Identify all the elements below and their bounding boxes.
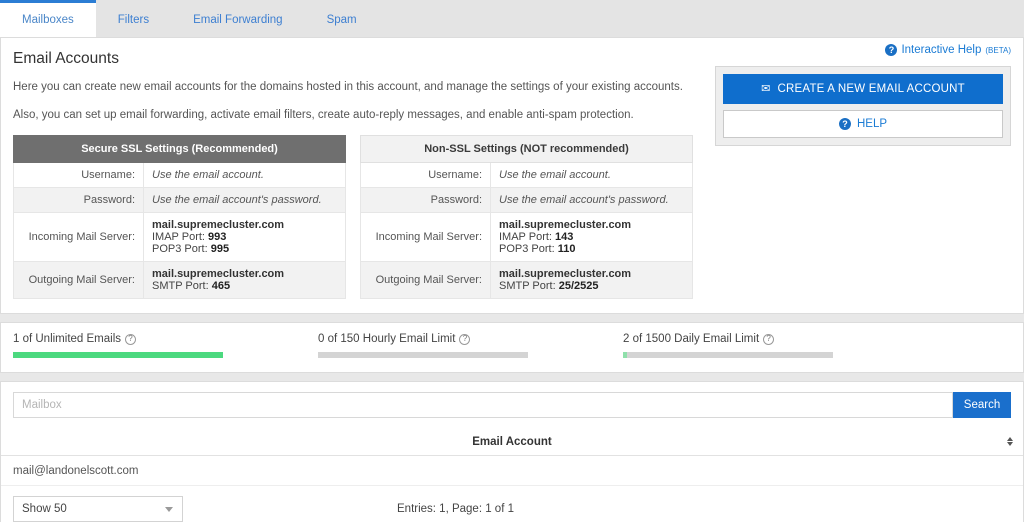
password-value: Use the email account's password. (490, 187, 693, 214)
password-label: Password: (360, 187, 491, 214)
tab-label: Mailboxes (22, 14, 74, 26)
username-label: Username: (360, 162, 491, 189)
search-button[interactable]: Search (953, 392, 1011, 419)
quota-bar-track (318, 352, 528, 359)
port-name: SMTP Port: (152, 280, 209, 293)
port-value: 995 (210, 243, 230, 256)
email-accounts-panel: ? Interactive Help (BETA) Email Accounts… (0, 37, 1024, 315)
mailbox-list-panel: Search Email Account mail@landonelscott.… (0, 381, 1024, 522)
incoming-server-value: mail.supremecluster.com IMAP Port: 993 P… (143, 212, 346, 263)
column-header-email-account: Email Account (472, 435, 552, 448)
beta-badge: (BETA) (985, 45, 1011, 55)
create-new-email-account-button[interactable]: ✉ CREATE A NEW EMAIL ACCOUNT (723, 74, 1003, 104)
table-title: Non-SSL Settings (NOT recommended) (360, 135, 693, 164)
quota-bar-track (13, 352, 223, 359)
sort-updown-icon[interactable] (1007, 437, 1013, 447)
server-host: mail.supremecluster.com (152, 219, 285, 232)
port-line: IMAP Port: 143 (499, 231, 684, 243)
tab-label: Spam (326, 14, 357, 26)
port-name: IMAP Port: (152, 231, 205, 244)
quota-bar-track (623, 352, 833, 359)
table-title: Secure SSL Settings (Recommended) (13, 135, 346, 164)
username-label: Username: (13, 162, 144, 189)
outgoing-server-label: Outgoing Mail Server: (360, 261, 491, 300)
outgoing-server-value: mail.supremecluster.com SMTP Port: 465 (143, 261, 346, 300)
quota-panel: 1 of Unlimited Emails ? 0 of 150 Hourly … (0, 322, 1024, 374)
tab-bar: Mailboxes Filters Email Forwarding Spam (0, 0, 1024, 37)
table-footer: Show 50 Entries: 1, Page: 1 of 1 (1, 486, 1023, 522)
outgoing-server-value: mail.supremecluster.com SMTP Port: 25/25… (490, 261, 693, 300)
quota-label-wrap: 1 of Unlimited Emails ? (13, 333, 266, 345)
quota-daily: 2 of 1500 Daily Email Limit ? (623, 333, 876, 359)
quota-bar-fill (623, 352, 628, 359)
quota-hourly: 0 of 150 Hourly Email Limit ? (318, 333, 571, 359)
quota-label: 1 of Unlimited Emails (13, 333, 122, 346)
tab-label: Email Forwarding (193, 14, 283, 26)
password-label: Password: (13, 187, 144, 214)
port-value: 465 (211, 280, 231, 293)
server-host: mail.supremecluster.com (499, 219, 632, 232)
quota-emails: 1 of Unlimited Emails ? (13, 333, 266, 359)
outgoing-server-label: Outgoing Mail Server: (13, 261, 144, 300)
create-account-label: CREATE A NEW EMAIL ACCOUNT (777, 83, 965, 95)
tab-spam[interactable]: Spam (305, 0, 379, 37)
chevron-down-icon (165, 506, 173, 512)
mail-settings-tables: Secure SSL Settings (Recommended) Userna… (13, 135, 693, 300)
incoming-server-value: mail.supremecluster.com IMAP Port: 143 P… (490, 212, 693, 263)
port-name: SMTP Port: (499, 280, 556, 293)
action-button-box: ✉ CREATE A NEW EMAIL ACCOUNT ? HELP (715, 66, 1011, 146)
port-value: 110 (557, 243, 576, 256)
quota-label-wrap: 2 of 1500 Daily Email Limit ? (623, 333, 876, 345)
email-account-value: mail@landonelscott.com (13, 464, 139, 477)
port-value: 143 (555, 231, 574, 244)
show-entries-select[interactable]: Show 50 (13, 496, 183, 522)
quota-label: 0 of 150 Hourly Email Limit (318, 333, 456, 346)
tab-mailboxes[interactable]: Mailboxes (0, 0, 96, 37)
quota-label: 2 of 1500 Daily Email Limit (623, 333, 760, 346)
question-circle-icon: ? (838, 118, 851, 130)
envelope-icon: ✉ (761, 82, 771, 95)
port-value: 993 (208, 231, 227, 244)
non-ssl-settings-table: Non-SSL Settings (NOT recommended) Usern… (360, 135, 693, 300)
tab-email-forwarding[interactable]: Email Forwarding (171, 0, 304, 37)
question-circle-icon[interactable]: ? (125, 333, 137, 345)
entries-info: Entries: 1, Page: 1 of 1 (397, 503, 514, 516)
tab-filters[interactable]: Filters (96, 0, 171, 37)
port-line: SMTP Port: 465 (152, 280, 337, 292)
question-circle-icon[interactable]: ? (459, 333, 471, 345)
quota-bar-fill (13, 352, 223, 359)
interactive-help-link[interactable]: ? Interactive Help (BETA) (885, 44, 1011, 56)
incoming-server-label: Incoming Mail Server: (13, 212, 144, 263)
help-button[interactable]: ? HELP (723, 110, 1003, 138)
search-row: Search (13, 392, 1011, 419)
port-name: IMAP Port: (499, 231, 552, 244)
show-entries-label: Show 50 (22, 503, 67, 516)
port-name: POP3 Port: (152, 243, 208, 256)
port-line: SMTP Port: 25/2525 (499, 280, 684, 292)
incoming-server-label: Incoming Mail Server: (360, 212, 491, 263)
server-host: mail.supremecluster.com (152, 268, 285, 281)
username-value: Use the email account. (143, 162, 346, 189)
port-name: POP3 Port: (499, 243, 555, 256)
quota-label-wrap: 0 of 150 Hourly Email Limit ? (318, 333, 571, 345)
tab-label: Filters (117, 14, 150, 26)
table-row[interactable]: mail@landonelscott.com (1, 456, 1023, 487)
port-value: 25/2525 (558, 280, 599, 293)
accounts-table-header[interactable]: Email Account (1, 428, 1023, 457)
password-value: Use the email account's password. (143, 187, 346, 214)
port-line: IMAP Port: 993 (152, 231, 337, 243)
interactive-help-label: Interactive Help (901, 44, 982, 56)
server-host: mail.supremecluster.com (499, 268, 632, 281)
help-label: HELP (856, 118, 888, 130)
search-section: Search (1, 382, 1023, 428)
question-circle-icon[interactable]: ? (763, 333, 775, 345)
question-circle-icon: ? (885, 44, 898, 56)
port-line: POP3 Port: 110 (499, 243, 684, 255)
secure-ssl-settings-table: Secure SSL Settings (Recommended) Userna… (13, 135, 346, 300)
username-value: Use the email account. (490, 162, 693, 189)
search-input[interactable] (13, 392, 953, 419)
port-line: POP3 Port: 995 (152, 243, 337, 255)
